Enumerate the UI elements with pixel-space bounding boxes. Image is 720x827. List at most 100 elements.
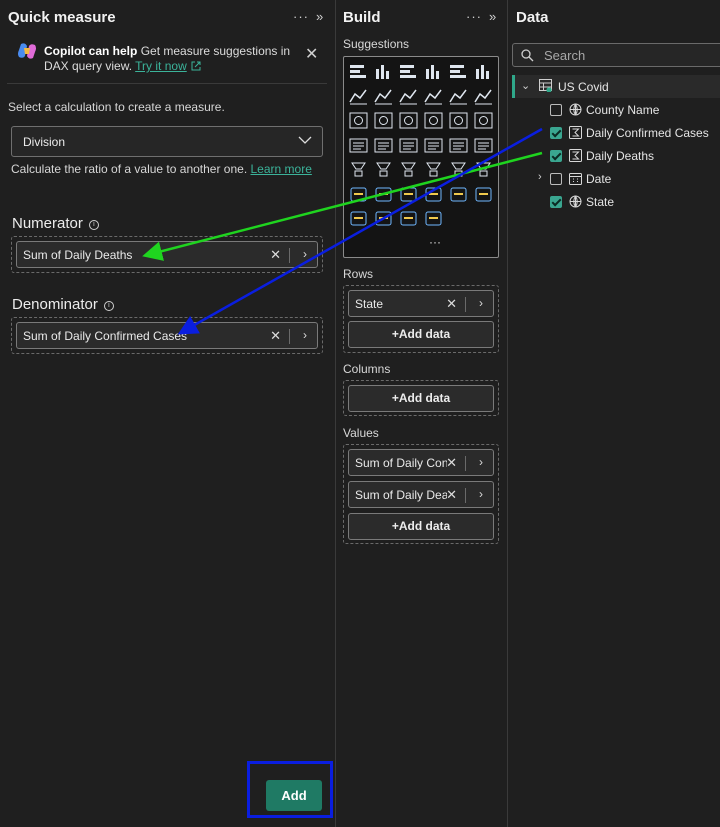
columns-add-data-button[interactable]: +Add data bbox=[348, 385, 494, 412]
copilot-message: Copilot can help Get measure suggestions… bbox=[44, 44, 306, 74]
columns-well[interactable]: +Add data bbox=[343, 380, 499, 416]
remove-field-icon[interactable]: ✕ bbox=[446, 455, 457, 471]
kpi-icon[interactable] bbox=[374, 161, 393, 178]
treemap-icon[interactable] bbox=[474, 112, 493, 129]
more-options-icon[interactable]: ··· bbox=[293, 9, 309, 24]
remove-field-icon[interactable]: ✕ bbox=[446, 487, 457, 503]
copilot-heading: Copilot can help bbox=[44, 44, 138, 58]
more-options-icon[interactable]: ··· bbox=[466, 9, 482, 24]
field-item[interactable]: Daily Confirmed Cases bbox=[508, 125, 720, 145]
area-chart-icon[interactable] bbox=[374, 88, 393, 105]
field-item[interactable]: County Name bbox=[508, 102, 720, 122]
collapse-pane-icon[interactable]: » bbox=[316, 9, 324, 24]
power-automate-icon[interactable] bbox=[399, 210, 418, 227]
values-field-pill[interactable]: Sum of Daily Confirmed Cases ✕ › bbox=[348, 449, 494, 476]
remove-field-icon[interactable]: ✕ bbox=[270, 247, 281, 263]
field-checkbox[interactable] bbox=[550, 150, 562, 162]
chevron-right-icon[interactable]: › bbox=[303, 247, 307, 261]
line-chart-icon[interactable] bbox=[349, 88, 368, 105]
remove-field-icon[interactable]: ✕ bbox=[446, 296, 457, 312]
globe-icon bbox=[569, 103, 582, 116]
collapse-pane-icon[interactable]: » bbox=[489, 9, 497, 24]
table-icon[interactable] bbox=[424, 161, 443, 178]
paginated-icon[interactable] bbox=[474, 186, 493, 203]
pill-divider bbox=[289, 329, 290, 344]
external-link-icon bbox=[191, 61, 201, 71]
goals-icon[interactable] bbox=[349, 210, 368, 227]
calculation-dropdown[interactable]: Division bbox=[11, 126, 323, 157]
denominator-well[interactable]: Sum of Daily Confirmed Cases ✕ › bbox=[11, 317, 323, 354]
chevron-down-icon[interactable]: ⌄ bbox=[521, 79, 530, 92]
100-column-icon[interactable] bbox=[474, 63, 493, 80]
close-banner-icon[interactable]: ✕ bbox=[305, 44, 318, 64]
try-it-now-link[interactable]: Try it now bbox=[135, 59, 187, 73]
learn-more-link[interactable]: Learn more bbox=[251, 162, 312, 176]
field-item[interactable]: Daily Deaths bbox=[508, 148, 720, 168]
field-item[interactable]: › Date bbox=[508, 171, 720, 191]
field-checkbox[interactable] bbox=[550, 127, 562, 139]
more-visuals-icon[interactable] bbox=[424, 210, 443, 227]
multi-row-card-icon[interactable] bbox=[349, 161, 368, 178]
add-button-highlight bbox=[247, 761, 333, 818]
qa-icon[interactable] bbox=[424, 186, 443, 203]
rows-field-pill[interactable]: State ✕ › bbox=[348, 290, 494, 317]
field-checkbox[interactable] bbox=[550, 173, 562, 185]
matrix-icon[interactable] bbox=[449, 161, 468, 178]
stacked-column-icon[interactable] bbox=[374, 63, 393, 80]
build-title: Build bbox=[343, 9, 381, 26]
field-name: Date bbox=[586, 172, 612, 186]
more-visuals-icon[interactable]: ··· bbox=[429, 235, 441, 249]
line-clustered-icon[interactable] bbox=[474, 88, 493, 105]
funnel-icon[interactable] bbox=[374, 112, 393, 129]
scatter-icon[interactable] bbox=[399, 112, 418, 129]
chevron-right-icon[interactable]: › bbox=[303, 328, 307, 342]
key-influencers-icon[interactable] bbox=[374, 186, 393, 203]
values-well[interactable]: Sum of Daily Confirmed Cases ✕ › Sum of … bbox=[343, 444, 499, 544]
info-icon[interactable]: i bbox=[103, 301, 114, 311]
slicer-icon[interactable] bbox=[399, 161, 418, 178]
numerator-well[interactable]: Sum of Daily Deaths ✕ › bbox=[11, 236, 323, 273]
ribbon-icon[interactable] bbox=[424, 88, 443, 105]
pie-icon[interactable] bbox=[424, 112, 443, 129]
search-input[interactable]: Search bbox=[512, 43, 720, 67]
field-item[interactable]: State bbox=[508, 194, 720, 214]
chevron-right-icon[interactable]: › bbox=[479, 487, 483, 501]
filled-map-icon[interactable] bbox=[374, 137, 393, 154]
map-icon[interactable] bbox=[349, 137, 368, 154]
chevron-right-icon[interactable]: › bbox=[538, 171, 542, 183]
waterfall-icon[interactable] bbox=[349, 112, 368, 129]
narrative-icon[interactable] bbox=[449, 186, 468, 203]
decomposition-tree-icon[interactable] bbox=[399, 186, 418, 203]
shape-map-icon[interactable] bbox=[399, 137, 418, 154]
remove-field-icon[interactable]: ✕ bbox=[270, 328, 281, 344]
rows-add-data-button[interactable]: +Add data bbox=[348, 321, 494, 348]
values-field-pill[interactable]: Sum of Daily Deaths ✕ › bbox=[348, 481, 494, 508]
stacked-area-icon[interactable] bbox=[399, 88, 418, 105]
clustered-column-icon[interactable] bbox=[424, 63, 443, 80]
rows-well[interactable]: State ✕ › +Add data bbox=[343, 285, 499, 353]
values-add-data-button[interactable]: +Add data bbox=[348, 513, 494, 540]
field-checkbox[interactable] bbox=[550, 196, 562, 208]
python-visual-icon[interactable] bbox=[349, 186, 368, 203]
chevron-right-icon[interactable]: › bbox=[479, 296, 483, 310]
donut-icon[interactable] bbox=[449, 112, 468, 129]
card-icon[interactable] bbox=[474, 137, 493, 154]
calendar-icon bbox=[569, 173, 582, 185]
chevron-right-icon[interactable]: › bbox=[479, 455, 483, 469]
r-visual-icon[interactable] bbox=[474, 161, 493, 178]
suggestions-label: Suggestions bbox=[343, 37, 410, 51]
field-checkbox[interactable] bbox=[550, 104, 562, 116]
numerator-field-text: Sum of Daily Deaths bbox=[23, 248, 133, 262]
numerator-field-pill[interactable]: Sum of Daily Deaths ✕ › bbox=[16, 241, 318, 268]
100-bar-icon[interactable] bbox=[449, 63, 468, 80]
azure-map-icon[interactable] bbox=[424, 137, 443, 154]
clustered-bar-icon[interactable] bbox=[399, 63, 418, 80]
gauge-icon[interactable] bbox=[449, 137, 468, 154]
info-icon[interactable]: i bbox=[88, 220, 99, 230]
line-column-icon[interactable] bbox=[449, 88, 468, 105]
stacked-bar-icon[interactable] bbox=[349, 63, 368, 80]
denominator-field-pill[interactable]: Sum of Daily Confirmed Cases ✕ › bbox=[16, 322, 318, 349]
power-apps-icon[interactable] bbox=[374, 210, 393, 227]
table-node-us-covid[interactable]: ⌄ US Covid bbox=[512, 75, 720, 98]
sigma-icon bbox=[569, 149, 582, 162]
